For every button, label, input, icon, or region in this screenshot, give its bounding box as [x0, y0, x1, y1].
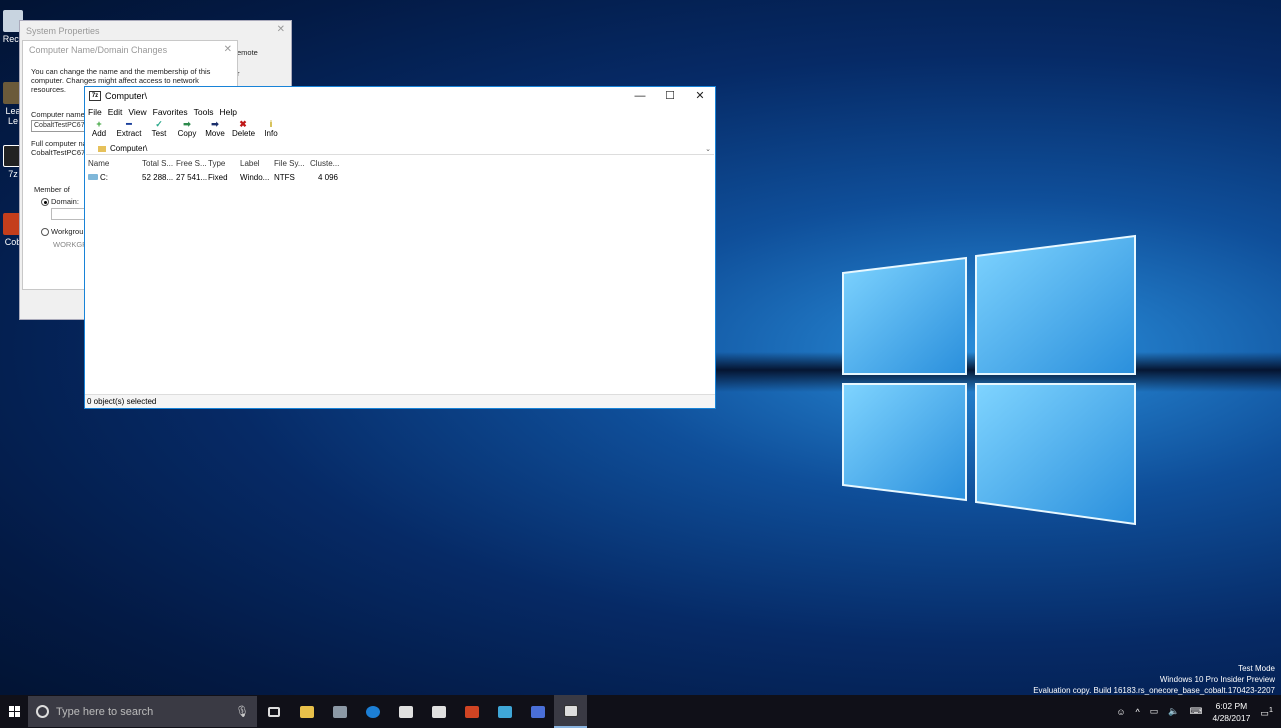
maximize-button[interactable]: ☐ [655, 87, 685, 105]
system-properties-title: System Properties [26, 26, 100, 36]
status-bar: 0 object(s) selected [85, 394, 715, 408]
radio-unselected-icon [41, 228, 49, 237]
system-tray: ☺ ^ ▭ 🔈 ⌨ 6:02 PM 4/28/2017 ▭1 [1116, 700, 1281, 724]
toolbar: + Add ━ Extract ✓ Test ➡ Copy ➡ Move ✖ Delete … [85, 119, 715, 141]
column-total-size[interactable]: Total S... [142, 159, 176, 171]
drive-icon [88, 174, 98, 180]
menu-edit[interactable]: Edit [108, 107, 123, 117]
clock[interactable]: 6:02 PM 4/28/2017 [1212, 700, 1250, 724]
close-button[interactable]: ✕ [685, 87, 715, 105]
camera-icon[interactable] [389, 695, 422, 728]
column-type[interactable]: Type [208, 159, 240, 171]
title-bar[interactable]: 7z Computer\ — ☐ ✕ [85, 87, 715, 105]
delete-icon: ✖ [239, 119, 247, 129]
remote-tab-label: emote [237, 48, 258, 57]
store-icon[interactable] [422, 695, 455, 728]
task-view-icon[interactable] [257, 695, 290, 728]
menu-view[interactable]: View [128, 107, 146, 117]
menu-tools[interactable]: Tools [194, 107, 214, 117]
microphone-icon[interactable]: 🎙 [235, 705, 249, 718]
windows-logo [838, 228, 1138, 528]
start-button[interactable] [0, 695, 28, 728]
info-icon: i [269, 119, 273, 129]
domain-radio[interactable]: Domain: [41, 197, 79, 207]
workgroup-value: WORKGR [53, 240, 88, 249]
column-free-space[interactable]: Free S... [176, 159, 208, 171]
close-icon[interactable]: ✕ [224, 44, 232, 55]
column-cluster[interactable]: Cluste... [310, 159, 344, 171]
copy-icon: ➡ [183, 119, 191, 129]
search-box[interactable]: Type here to search 🎙 [28, 696, 257, 727]
seven-zip-app-icon: 7z [89, 91, 101, 101]
name-changes-title: Computer Name/Domain Changes [29, 45, 168, 55]
column-file-system[interactable]: File Sy... [274, 159, 310, 171]
volume-icon[interactable]: 🔈 [1168, 706, 1179, 717]
extract-icon: ━ [126, 119, 132, 129]
app-icon-3[interactable] [521, 695, 554, 728]
list-header: Name Total S... Free S... Type Label Fil… [85, 159, 715, 171]
column-name[interactable]: Name [88, 159, 142, 171]
extract-button[interactable]: ━ Extract [116, 119, 142, 141]
folder-icon [98, 145, 106, 152]
cortana-icon [36, 705, 49, 718]
window-title: Computer\ [105, 91, 148, 101]
add-button[interactable]: + Add [88, 119, 110, 141]
keyboard-icon[interactable]: ⌨ [1189, 706, 1202, 717]
radio-selected-icon [41, 198, 49, 207]
app-icon-2[interactable] [488, 695, 521, 728]
info-button[interactable]: i Info [260, 119, 282, 141]
workgroup-radio[interactable]: Workgrou [41, 227, 83, 237]
notification-icon[interactable]: ▭1 [1260, 705, 1273, 719]
menu-favorites[interactable]: Favorites [153, 107, 188, 117]
windows-start-icon [8, 706, 20, 717]
search-placeholder: Type here to search [56, 705, 154, 718]
computer-name-label: Computer name: [31, 110, 87, 119]
column-label[interactable]: Label [240, 159, 274, 171]
file-explorer-icon[interactable] [290, 695, 323, 728]
watermark: Test Mode Windows 10 Pro Insider Preview… [1033, 664, 1275, 695]
close-icon[interactable]: ✕ [277, 24, 285, 35]
people-icon[interactable]: ☺ [1116, 707, 1125, 717]
list-item[interactable]: C: 52 288... 27 541... Fixed Windo... NT… [85, 171, 715, 184]
delete-button[interactable]: ✖ Delete [232, 119, 255, 141]
move-icon: ➡ [211, 119, 219, 129]
test-button[interactable]: ✓ Test [148, 119, 170, 141]
chevron-down-icon[interactable]: ⌄ [705, 145, 711, 153]
add-icon: + [96, 119, 102, 129]
taskbar: Type here to search 🎙 ☺ ^ ▭ 🔈 ⌨ 6:02 PM … [0, 695, 1281, 728]
test-icon: ✓ [155, 119, 163, 129]
full-name-value: CobaltTestPC67 [31, 148, 86, 157]
menu-file[interactable]: File [88, 107, 102, 117]
network-icon[interactable]: ▭ [1150, 706, 1159, 717]
move-button[interactable]: ➡ Move [204, 119, 226, 141]
powerpoint-icon[interactable] [455, 695, 488, 728]
address-bar[interactable]: Computer\ ⌄ [86, 143, 714, 155]
menu-bar: File Edit View Favorites Tools Help [85, 105, 715, 119]
chevron-up-icon[interactable]: ^ [1136, 707, 1140, 717]
copy-button[interactable]: ➡ Copy [176, 119, 198, 141]
address-text: Computer\ [110, 144, 148, 153]
minimize-button[interactable]: — [625, 87, 655, 105]
edge-icon[interactable] [356, 695, 389, 728]
seven-zip-taskbar-icon[interactable] [554, 695, 587, 728]
app-icon-1[interactable] [323, 695, 356, 728]
member-of-label: Member of [34, 185, 70, 194]
menu-help[interactable]: Help [219, 107, 236, 117]
seven-zip-window[interactable]: 7z Computer\ — ☐ ✕ File Edit View Favori… [84, 86, 716, 409]
